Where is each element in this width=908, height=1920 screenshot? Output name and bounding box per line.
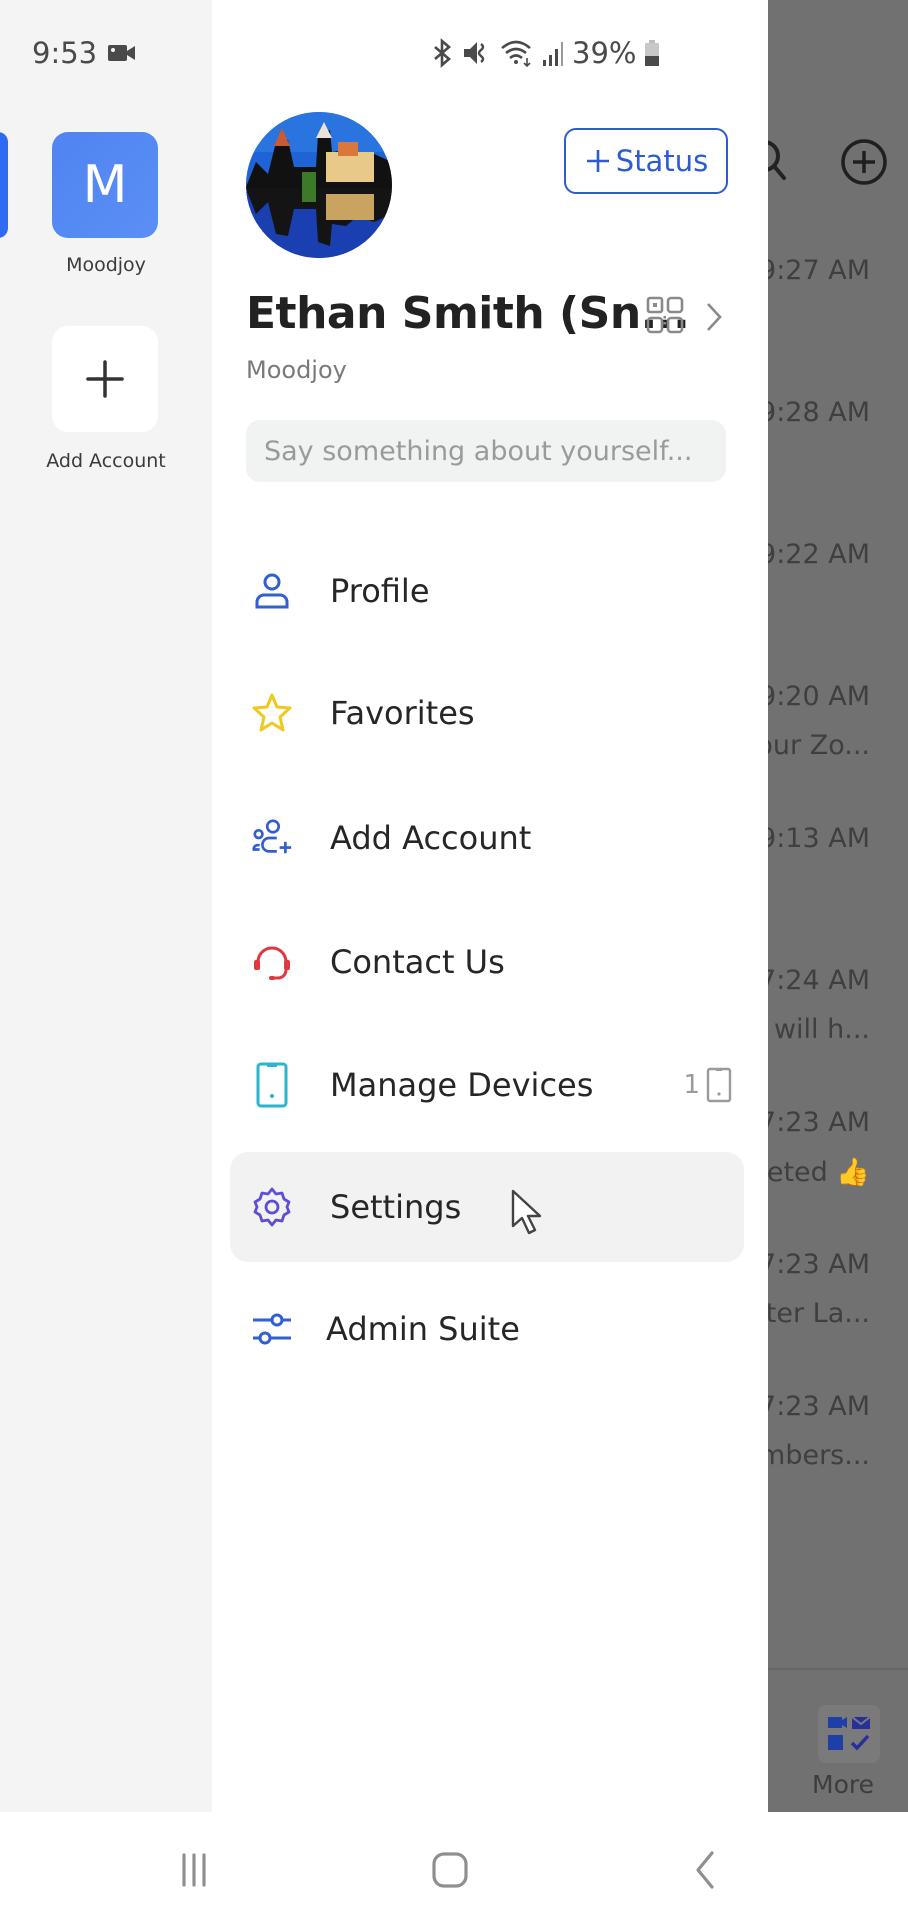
chevron-right-icon[interactable] (702, 300, 726, 334)
menu-item-label: Contact Us (330, 943, 505, 981)
video-recording-icon (108, 45, 136, 61)
menu-item-label: Admin Suite (326, 1310, 520, 1348)
about-me-placeholder: Say something about yourself... (264, 435, 693, 467)
add-people-icon (250, 816, 294, 860)
phone-icon (250, 1062, 294, 1108)
plus-icon (586, 150, 609, 172)
person-icon (250, 569, 294, 613)
menu-item-label: Profile (330, 572, 430, 610)
account-initial: M (82, 155, 128, 215)
chat-time: 7:23 AM (759, 1107, 870, 1138)
chat-snippet: ter La... (765, 1298, 870, 1329)
time: 9:53 (32, 36, 98, 70)
chat-snippet: mbers... (759, 1440, 870, 1471)
devices-count: 1 (683, 1067, 732, 1103)
devices-count-value: 1 (683, 1070, 700, 1100)
menu-item-admin-suite[interactable]: Admin Suite (230, 1274, 744, 1384)
plus-icon (86, 360, 124, 398)
more-tab-icon (818, 1705, 880, 1763)
chat-snippet: our Zo... (756, 730, 870, 761)
account-label: Moodjoy (66, 254, 146, 276)
about-me-input[interactable]: Say something about yourself... (246, 420, 726, 482)
gear-icon (250, 1185, 294, 1229)
chat-time: 9:13 AM (759, 823, 870, 854)
mute-icon (464, 42, 485, 64)
account-rail: 9:53 M Moodjoy Add Account (0, 0, 212, 1812)
system-navigation-bar (0, 1812, 908, 1920)
signal-icon (543, 42, 563, 66)
bluetooth-icon (434, 38, 451, 68)
castle-photo (246, 112, 392, 258)
chat-time: 9:27 AM (759, 255, 870, 286)
system-status-icons: 39% (430, 36, 660, 70)
active-account-indicator[interactable] (0, 132, 8, 238)
headset-icon (250, 940, 294, 984)
menu-item-manage-devices[interactable]: Manage Devices 1 (230, 1030, 744, 1140)
user-organization: Moodjoy (246, 356, 347, 384)
profile-avatar[interactable] (246, 112, 392, 258)
more-tab-label[interactable]: More (812, 1770, 874, 1799)
background-app-scrim[interactable]: 9:27 AM 9:28 AM 9:22 AM 9:20 AM our Zo..… (756, 0, 908, 1812)
chat-time: 9:20 AM (759, 681, 870, 712)
back-button[interactable] (690, 1850, 720, 1890)
menu-item-favorites[interactable]: Favorites (230, 658, 744, 768)
menu-item-label: Settings (330, 1188, 462, 1226)
add-account-tile[interactable] (52, 326, 158, 432)
star-icon (250, 691, 294, 735)
battery-icon (645, 40, 660, 66)
add-account-label: Add Account (46, 450, 166, 472)
menu-item-contact-us[interactable]: Contact Us (230, 907, 744, 1017)
tab-bar-divider (768, 1668, 908, 1670)
menu-item-profile[interactable]: Profile (230, 536, 744, 646)
home-button[interactable] (430, 1850, 470, 1890)
chat-time: 9:28 AM (759, 397, 870, 428)
qr-code-icon[interactable] (646, 296, 684, 334)
status-button-label: Status (615, 144, 709, 178)
device-icon (706, 1067, 732, 1103)
chat-snippet: eted 👍 (766, 1157, 870, 1188)
account-tile-moodjoy[interactable]: M (52, 132, 158, 238)
recents-button[interactable] (176, 1850, 216, 1890)
user-display-name: Ethan Smith (Sn... (246, 288, 690, 339)
user-name-row[interactable]: Ethan Smith (Sn... (246, 288, 690, 339)
chat-time: 9:22 AM (759, 539, 870, 570)
menu-item-label: Add Account (330, 819, 532, 857)
navigation-drawer: 39% Status Ethan Smith (Sn... Moodjoy Sa… (212, 0, 768, 1812)
chat-time: 7:23 AM (759, 1391, 870, 1422)
battery-percent: 39% (572, 36, 637, 70)
chat-time: 7:23 AM (759, 1249, 870, 1280)
menu-item-add-account[interactable]: Add Account (230, 783, 744, 893)
wifi-icon (501, 40, 531, 68)
chat-snippet: will h... (773, 1014, 870, 1045)
sliders-icon (250, 1307, 294, 1351)
status-clock: 9:53 (32, 36, 137, 70)
chat-time: 7:24 AM (759, 965, 870, 996)
menu-item-settings[interactable]: Settings (230, 1152, 744, 1262)
menu-item-label: Favorites (330, 694, 475, 732)
add-circle-icon (841, 139, 887, 185)
add-status-button[interactable]: Status (564, 128, 728, 194)
menu-item-label: Manage Devices (330, 1066, 594, 1104)
mouse-cursor-icon (511, 1189, 542, 1235)
